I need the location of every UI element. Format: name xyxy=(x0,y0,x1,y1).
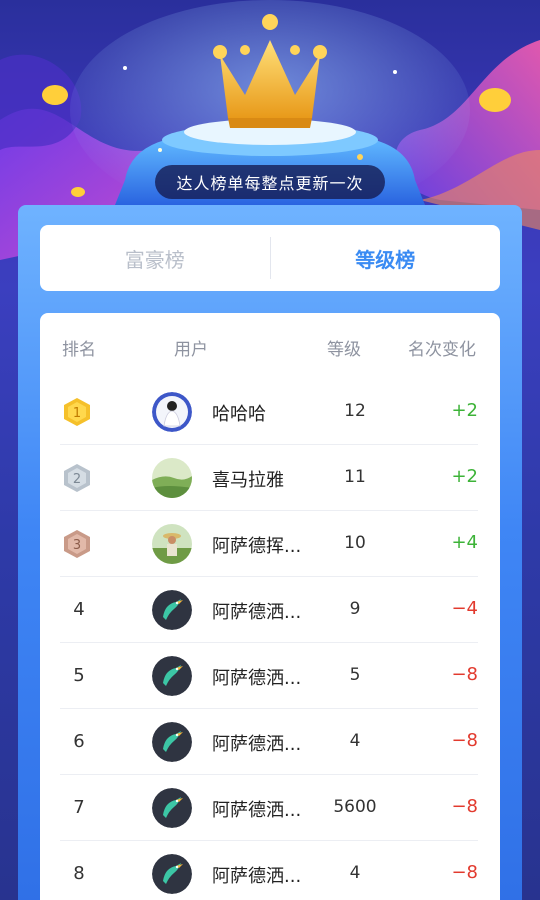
username: 阿萨德洒... xyxy=(212,866,302,887)
table-row[interactable]: 8 阿萨德洒... 4 −8 xyxy=(60,841,478,900)
username: 阿萨德洒... xyxy=(212,602,302,623)
tab-bar: 富豪榜 等级榜 xyxy=(40,225,500,291)
rank-change: −8 xyxy=(451,796,478,817)
rank-number: 7 xyxy=(73,797,85,818)
user-level: 4 xyxy=(349,731,361,751)
bronze-medal-icon: 3 xyxy=(64,530,90,558)
tab-wealth-ranking[interactable]: 富豪榜 xyxy=(40,225,270,291)
woman-avatar xyxy=(152,392,192,432)
landscape-avatar xyxy=(152,458,192,498)
rank-number: 6 xyxy=(73,731,85,752)
user-level: 11 xyxy=(344,467,366,487)
table-row[interactable]: 5 阿萨德洒... 5 −8 xyxy=(60,643,478,709)
update-notice-banner: 达人榜单每整点更新一次 xyxy=(155,165,385,199)
rank-number: 8 xyxy=(73,863,85,884)
rank-change: +4 xyxy=(451,532,478,553)
header-user: 用户 xyxy=(174,340,208,360)
user-level: 5600 xyxy=(333,797,377,817)
table-row[interactable]: 3 阿萨德挥... 10 +4 xyxy=(60,511,478,577)
table-row[interactable]: 6 阿萨德洒... 4 −8 xyxy=(60,709,478,775)
table-row[interactable]: 4 阿萨德洒... 9 −4 xyxy=(60,577,478,643)
rank-change: +2 xyxy=(451,400,478,421)
ranking-table: 排名 用户 等级 名次变化 1 哈哈哈 12 +2 2 喜马拉雅 11 +2 3… xyxy=(40,313,500,900)
medal-rank-text: 1 xyxy=(73,406,81,421)
bird-avatar xyxy=(152,788,192,828)
username: 哈哈哈 xyxy=(212,404,266,425)
gold-medal-icon: 1 xyxy=(64,398,90,426)
username: 阿萨德洒... xyxy=(212,800,302,821)
leaderboard-page: 达人榜单每整点更新一次 富豪榜 等级榜 排名 用户 等级 名次变化 1 哈哈哈 … xyxy=(0,0,540,900)
header-rank: 排名 xyxy=(62,340,96,360)
rank-change: −4 xyxy=(451,598,478,619)
table-row[interactable]: 7 阿萨德洒... 5600 −8 xyxy=(60,775,478,841)
rank-change: −8 xyxy=(451,730,478,751)
medal-rank-text: 2 xyxy=(73,472,81,487)
farmer-avatar xyxy=(152,524,192,564)
bird-avatar xyxy=(152,656,192,696)
medal-rank-text: 3 xyxy=(73,538,81,553)
username: 喜马拉雅 xyxy=(212,470,284,491)
rank-change: −8 xyxy=(451,862,478,883)
tab-level-ranking[interactable]: 等级榜 xyxy=(271,225,501,291)
user-level: 12 xyxy=(344,401,366,421)
user-level: 5 xyxy=(349,665,361,685)
user-level: 10 xyxy=(344,533,366,553)
table-row[interactable]: 1 哈哈哈 12 +2 xyxy=(60,379,478,445)
rank-change: +2 xyxy=(451,466,478,487)
silver-medal-icon: 2 xyxy=(64,464,90,492)
table-header: 排名 用户 等级 名次变化 xyxy=(40,313,500,379)
bird-avatar xyxy=(152,590,192,630)
username: 阿萨德洒... xyxy=(212,734,302,755)
rank-number: 4 xyxy=(73,599,85,620)
header-level: 等级 xyxy=(327,340,361,360)
bird-avatar xyxy=(152,854,192,894)
table-row[interactable]: 2 喜马拉雅 11 +2 xyxy=(60,445,478,511)
user-level: 9 xyxy=(349,599,361,619)
header-change: 名次变化 xyxy=(408,340,476,360)
bird-avatar xyxy=(152,722,192,762)
username: 阿萨德挥... xyxy=(212,536,302,557)
rank-change: −8 xyxy=(451,664,478,685)
username: 阿萨德洒... xyxy=(212,668,302,689)
user-level: 4 xyxy=(349,863,361,883)
rank-number: 5 xyxy=(73,665,85,686)
